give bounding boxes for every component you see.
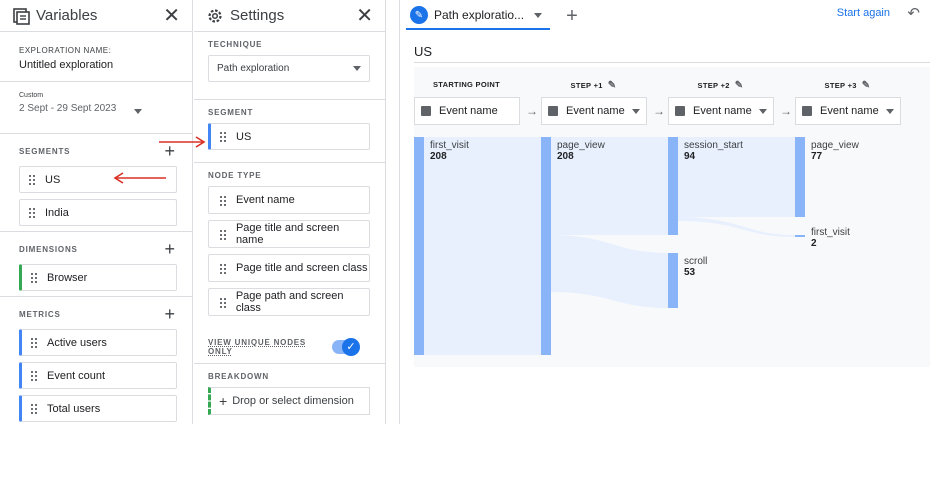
drag-handle-icon[interactable] bbox=[219, 296, 228, 308]
breakdown-label: BREAKDOWN bbox=[208, 372, 269, 381]
sankey-diagram: first_visit 208 page_view 208 session_st… bbox=[414, 137, 860, 355]
breakdown-dropzone[interactable]: + Drop or select dimension bbox=[208, 387, 370, 415]
node-label: page_view bbox=[557, 140, 606, 151]
node-type-page-path-screen-class[interactable]: Page path and screen class bbox=[208, 288, 370, 316]
drag-handle-icon[interactable] bbox=[219, 131, 228, 142]
dimension-chip-browser[interactable]: Browser bbox=[19, 264, 177, 291]
node-value: 94 bbox=[684, 151, 696, 162]
settings-title: Settings bbox=[230, 7, 285, 24]
drag-handle-icon[interactable] bbox=[30, 337, 39, 348]
node-type-section: NODE TYPE Event name Page title and scre… bbox=[194, 163, 385, 395]
flow-page-view-scroll bbox=[551, 235, 668, 308]
technique-section: TECHNIQUE Path exploration bbox=[194, 32, 385, 100]
drag-handle-icon[interactable] bbox=[219, 228, 228, 240]
plus-icon: + bbox=[219, 393, 228, 409]
metric-chip-event-count[interactable]: Event count bbox=[19, 362, 177, 389]
drag-handle-icon[interactable] bbox=[219, 262, 228, 274]
date-tag: Custom bbox=[19, 92, 44, 99]
drag-handle-icon[interactable] bbox=[30, 370, 39, 381]
variables-header: Variables ✕ bbox=[0, 0, 192, 32]
close-variables-icon[interactable]: ✕ bbox=[163, 6, 180, 26]
date-range-value[interactable]: 2 Sept - 29 Sept 2023 bbox=[19, 103, 180, 114]
settings-panel: Settings ✕ TECHNIQUE Path exploration SE… bbox=[194, 0, 386, 424]
node-type-page-title-screen-class[interactable]: Page title and screen class bbox=[208, 254, 370, 282]
node-page-view-step3[interactable] bbox=[795, 137, 805, 217]
drag-handle-icon[interactable] bbox=[30, 272, 39, 283]
breakdown-section: BREAKDOWN + Drop or select dimension bbox=[194, 363, 385, 424]
node-label: session_start bbox=[684, 140, 743, 151]
node-label: page_view bbox=[811, 140, 860, 151]
node-label: first_visit bbox=[430, 140, 469, 151]
metric-chip-total-users[interactable]: Total users bbox=[19, 395, 177, 422]
gear-icon bbox=[208, 8, 222, 23]
segments-label: SEGMENTS bbox=[19, 146, 71, 156]
flow-first-visit-page-view bbox=[424, 137, 541, 355]
segment-section: SEGMENT US bbox=[194, 100, 385, 163]
metrics-section: METRICS + Active users Event count Total… bbox=[0, 297, 192, 427]
date-range-section[interactable]: Custom 2 Sept - 29 Sept 2023 bbox=[0, 82, 192, 134]
node-value: 2 bbox=[811, 238, 817, 249]
technique-label: TECHNIQUE bbox=[208, 40, 263, 49]
exploration-canvas: ✎ Path exploratio... + Start again ↶ US … bbox=[399, 0, 940, 424]
segment-chip-india[interactable]: India bbox=[19, 199, 177, 226]
variables-title: Variables bbox=[36, 7, 98, 24]
checkmark-icon: ✓ bbox=[342, 338, 360, 356]
metric-chip-active-users[interactable]: Active users bbox=[19, 329, 177, 356]
flow-session-start-first-visit bbox=[678, 217, 795, 237]
variables-panel: Variables ✕ EXPLORATION NAME: Untitled e… bbox=[0, 0, 193, 427]
node-first-visit-step3[interactable] bbox=[795, 235, 805, 237]
exploration-name-label: EXPLORATION NAME: bbox=[19, 46, 112, 55]
dimensions-label: DIMENSIONS bbox=[19, 244, 78, 254]
exploration-name-input[interactable]: Untitled exploration bbox=[19, 59, 180, 71]
node-value: 77 bbox=[811, 151, 823, 162]
date-caret-icon[interactable] bbox=[134, 109, 142, 114]
settings-header: Settings ✕ bbox=[194, 0, 385, 32]
add-dimension-icon[interactable]: + bbox=[164, 240, 175, 258]
node-page-view-step1[interactable] bbox=[541, 137, 551, 355]
technique-select[interactable]: Path exploration bbox=[208, 55, 370, 82]
node-label: first_visit bbox=[811, 227, 850, 238]
node-value: 53 bbox=[684, 267, 696, 278]
annotation-arrow-segments bbox=[113, 172, 166, 184]
dimensions-section: DIMENSIONS + Browser bbox=[0, 232, 192, 297]
unique-nodes-toggle[interactable]: ✓ bbox=[332, 338, 360, 356]
node-scroll[interactable] bbox=[668, 253, 678, 308]
node-type-page-title-screen-name[interactable]: Page title and screen name bbox=[208, 220, 370, 248]
node-session-start[interactable] bbox=[668, 137, 678, 235]
drag-handle-icon[interactable] bbox=[28, 174, 37, 185]
segment-label: SEGMENT bbox=[208, 108, 254, 117]
drag-handle-icon[interactable] bbox=[219, 194, 228, 206]
node-value: 208 bbox=[430, 151, 447, 162]
drag-handle-icon[interactable] bbox=[28, 207, 37, 218]
unique-nodes-label: VIEW UNIQUE NODES ONLY bbox=[208, 338, 307, 356]
drag-handle-icon[interactable] bbox=[30, 403, 39, 414]
node-type-event-name[interactable]: Event name bbox=[208, 186, 370, 214]
add-metric-icon[interactable]: + bbox=[164, 305, 175, 323]
annotation-arrow-settings-segment bbox=[159, 136, 206, 148]
node-first-visit[interactable] bbox=[414, 137, 424, 355]
variables-icon bbox=[13, 7, 30, 25]
close-settings-icon[interactable]: ✕ bbox=[356, 6, 373, 26]
node-label: scroll bbox=[684, 256, 707, 267]
metrics-label: METRICS bbox=[19, 309, 61, 319]
node-type-label: NODE TYPE bbox=[208, 171, 262, 180]
unique-nodes-row: VIEW UNIQUE NODES ONLY ✓ bbox=[208, 338, 373, 356]
node-value: 208 bbox=[557, 151, 574, 162]
segment-drop-us[interactable]: US bbox=[208, 123, 370, 150]
chevron-down-icon bbox=[353, 66, 361, 71]
exploration-name-section: EXPLORATION NAME: Untitled exploration bbox=[0, 32, 192, 82]
